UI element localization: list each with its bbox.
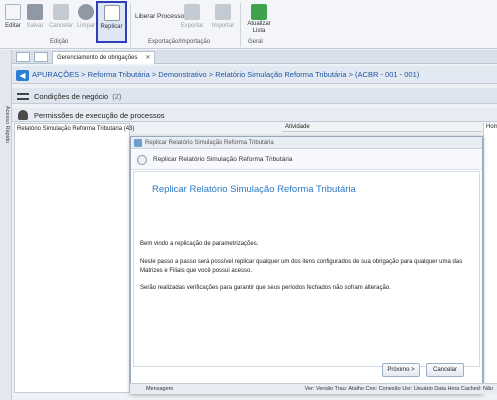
refresh-list-button[interactable]: Atualizar Lista <box>246 2 272 36</box>
window-icon <box>134 139 142 147</box>
clear-icon <box>78 4 94 20</box>
export-label: Exportar <box>180 23 204 29</box>
status-bar: Mensagem Ver: Versão Trau: Atalho Cnn: C… <box>130 383 497 394</box>
status-info: Ver: Versão Trau: Atalho Cnn: Conexão Us… <box>304 386 493 392</box>
back-circle-icon[interactable] <box>137 155 147 165</box>
breadcrumb-bar: ◀ APURAÇÕES > Reforma Tributária > Demon… <box>12 66 497 84</box>
replicate-label: Replicar <box>100 24 123 30</box>
import-icon <box>215 4 231 20</box>
permissions-section: Permissões de execução de processos <box>12 108 497 122</box>
dialog-titlebar: Replicar Relatório Simulação Reforma Tri… <box>131 137 482 149</box>
wizard-header: Replicar Relatório Simulação Reforma Tri… <box>131 150 482 170</box>
homologation-column-header: Homo <box>483 123 497 393</box>
breadcrumb[interactable]: APURAÇÕES > Reforma Tributária > Demonst… <box>32 70 419 79</box>
cancel-label: Cancelar <box>48 23 73 29</box>
save-label: Salvar <box>26 23 44 29</box>
replicate-button[interactable]: Replicar <box>96 1 127 43</box>
replicate-wizard-dialog: Replicar Relatório Simulação Reforma Tri… <box>130 136 483 394</box>
group-edicao-label: Edição <box>50 39 69 45</box>
export-button[interactable]: Exportar <box>180 2 204 36</box>
document-tab-icon[interactable] <box>34 52 48 62</box>
status-message: Mensagem <box>146 386 174 392</box>
wizard-header-title: Replicar Relatório Simulação Reforma Tri… <box>153 156 293 163</box>
cancel-button[interactable]: Cancelar <box>48 2 74 36</box>
clear-button[interactable]: Limpar <box>77 2 95 36</box>
home-tab-icon[interactable] <box>16 52 30 62</box>
replicate-icon <box>103 5 120 21</box>
export-icon <box>184 4 200 20</box>
import-button[interactable]: Importar <box>210 2 236 36</box>
release-process-button[interactable]: Liberar Processo <box>135 13 184 20</box>
quick-access-rail[interactable]: Acesso Rápido <box>0 50 12 400</box>
tab-gerenciamento[interactable]: Gerenciamento de obrigações ✕ <box>52 51 156 64</box>
tab-bar: Gerenciamento de obrigações ✕ <box>12 50 497 64</box>
dialog-window-title: Replicar Relatório Simulação Reforma Tri… <box>145 140 274 146</box>
ribbon-toolbar: Editar Salvar Cancelar Limpar Replicar E… <box>0 0 497 49</box>
description-text: Neste passo a passo será possível replic… <box>140 259 463 274</box>
list-item[interactable]: Relatório Simulação Reforma Tributária (… <box>15 124 134 134</box>
business-conditions-section[interactable]: Condições de negócio (2) <box>12 88 497 104</box>
next-button[interactable]: Próximo > <box>382 363 420 377</box>
wizard-title: Replicar Relatório Simulação Reforma Tri… <box>152 184 356 195</box>
edit-button[interactable]: Editar <box>3 2 23 36</box>
ribbon-separator <box>130 3 131 47</box>
verification-text: Serão realizadas verificações para garan… <box>140 285 391 291</box>
quick-access-label: Acesso Rápido <box>4 106 10 143</box>
close-icon[interactable]: ✕ <box>145 55 150 61</box>
wizard-body: Replicar Relatório Simulação Reforma Tri… <box>133 171 480 367</box>
save-icon <box>27 4 43 20</box>
save-button[interactable]: Salvar <box>26 2 44 36</box>
ribbon-separator <box>240 3 241 47</box>
process-list: Relatório Simulação Reforma Tributária (… <box>14 123 134 393</box>
activity-column-header: Atividade <box>282 123 482 132</box>
user-icon <box>18 110 28 120</box>
edit-icon <box>5 4 21 20</box>
clear-label: Limpar <box>76 23 96 29</box>
import-label: Importar <box>211 23 235 29</box>
refresh-label: Atualizar Lista <box>247 21 271 34</box>
refresh-icon <box>251 4 267 20</box>
section-title: Permissões de execução de processos <box>34 111 165 120</box>
tab-label: Gerenciamento de obrigações <box>57 55 138 61</box>
edit-label: Editar <box>5 23 21 29</box>
conditions-icon <box>17 93 29 100</box>
group-exportacao-label: Exportação/Importação <box>148 39 211 45</box>
back-arrow-icon[interactable]: ◀ <box>16 70 29 81</box>
section-count: (2) <box>112 92 122 101</box>
welcome-text: Bem vindo a replicação de parametrizaçõe… <box>140 241 259 247</box>
cancel-dialog-button[interactable]: Cancelar <box>426 363 464 377</box>
section-title: Condições de negócio <box>34 92 109 101</box>
cancel-icon <box>53 4 69 20</box>
group-geral-label: Geral <box>248 39 263 45</box>
